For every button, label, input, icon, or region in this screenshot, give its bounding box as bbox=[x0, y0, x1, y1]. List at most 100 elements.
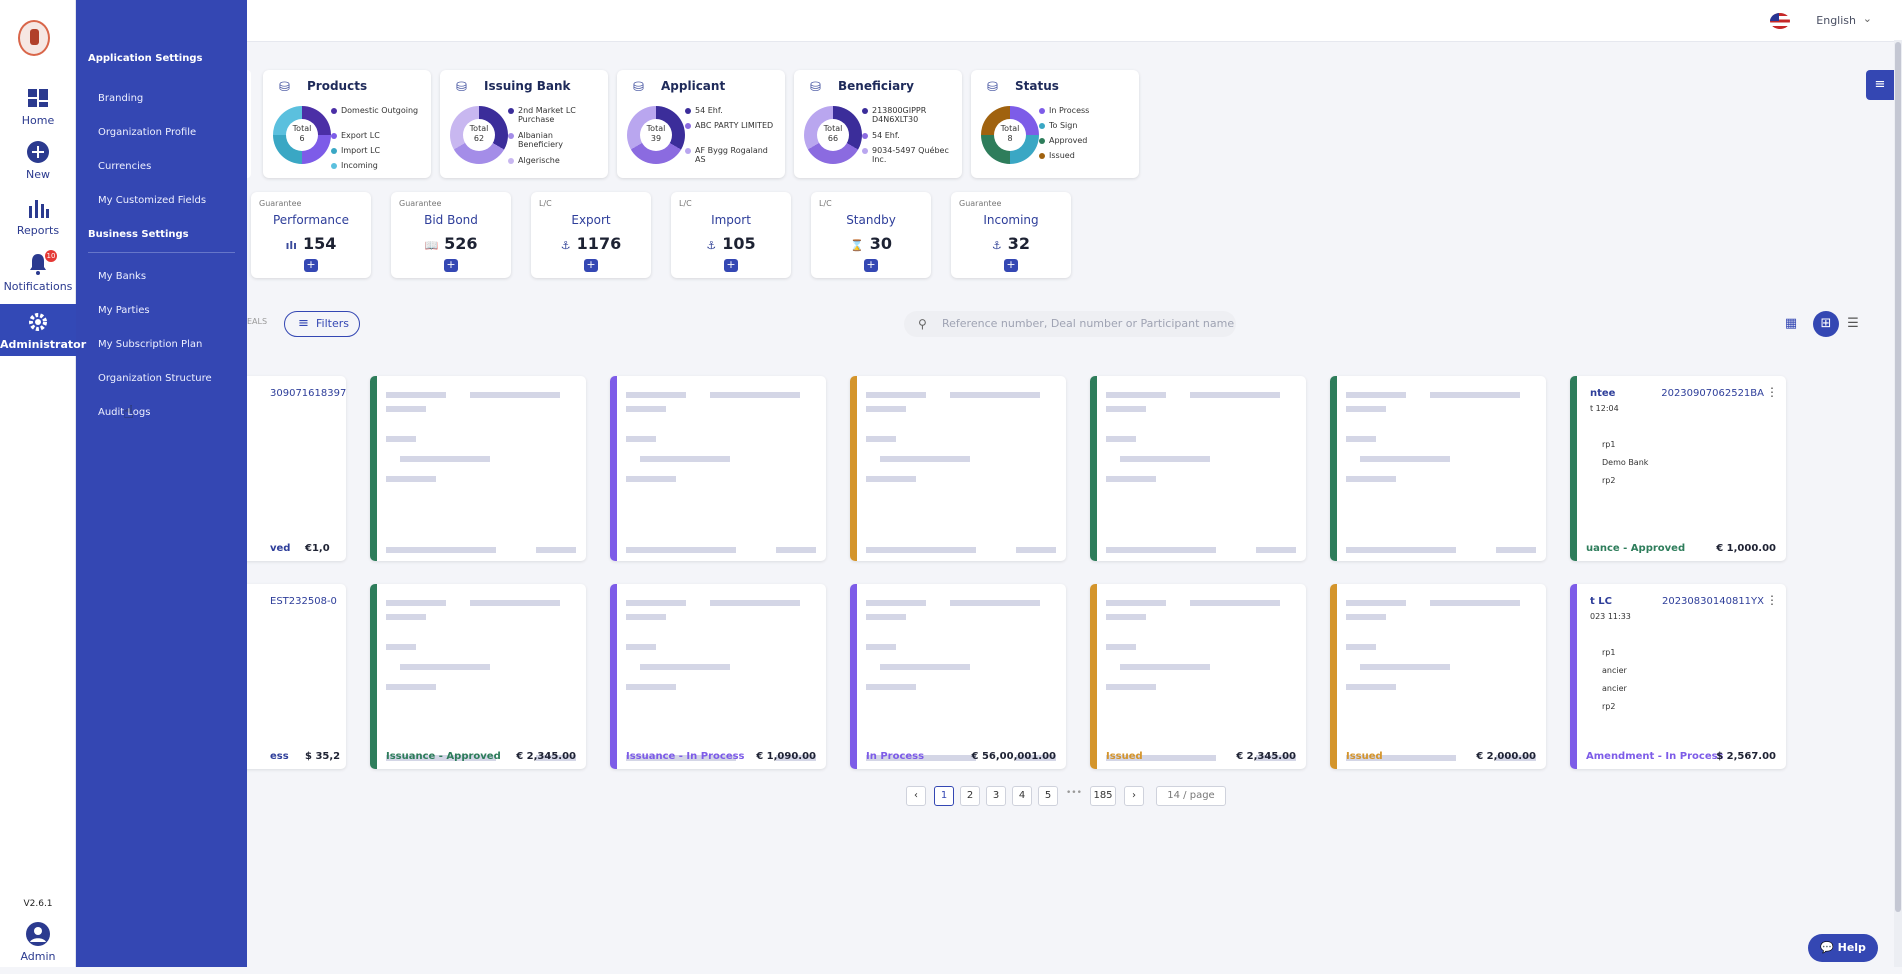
deal-card[interactable]: In Process € 56,00,001.00 bbox=[850, 584, 1066, 769]
deal-card[interactable]: ntee t 12:04 rp1 Demo Bank rp2 ⋮ 2023090706252… bbox=[1570, 376, 1786, 561]
type-card-bid-bond[interactable]: Guarantee Bid Bond 📖 526 + bbox=[391, 192, 511, 278]
redacted-text bbox=[950, 392, 1040, 398]
redacted-text bbox=[386, 644, 416, 650]
summary-card-title: Applicant bbox=[661, 79, 726, 93]
nav-home[interactable]: Home bbox=[0, 86, 76, 138]
page-1-button[interactable]: 1 bbox=[934, 786, 954, 806]
type-card-incoming[interactable]: Guarantee Incoming ⚓ 32 + bbox=[951, 192, 1071, 278]
page-3-button[interactable]: 3 bbox=[986, 786, 1006, 806]
side-filter-icon[interactable]: ≡ bbox=[1866, 70, 1894, 100]
nav-reports-label: Reports bbox=[16, 224, 60, 237]
drawer-item-my-subscription-plan[interactable]: My Subscription Plan bbox=[98, 339, 202, 350]
legend-item: 54 Ehf. bbox=[685, 106, 777, 115]
filters-button[interactable]: Filters bbox=[284, 311, 360, 337]
more-options-icon[interactable]: ⋮ bbox=[1766, 593, 1778, 607]
page-2-button[interactable]: 2 bbox=[960, 786, 980, 806]
type-count-row: ⚓ 32 bbox=[951, 234, 1071, 253]
help-label: Help bbox=[1837, 941, 1866, 954]
donut-total: Total 8 bbox=[994, 119, 1026, 151]
drawer-item-branding[interactable]: Branding bbox=[98, 93, 143, 104]
type-count: 154 bbox=[302, 234, 337, 253]
add-deal-button[interactable]: + bbox=[444, 259, 458, 272]
deal-amount: € 1,090.00 bbox=[756, 751, 816, 762]
drawer-item-my-customized-fields[interactable]: My Customized Fields bbox=[98, 195, 206, 206]
deals-tag[interactable]: EALS bbox=[247, 317, 267, 326]
drawer-item-my-parties[interactable]: My Parties bbox=[98, 305, 150, 316]
add-deal-button[interactable]: + bbox=[1004, 259, 1018, 272]
deal-amount: €1,0 bbox=[305, 543, 330, 554]
prev-page-button[interactable]: ‹ bbox=[906, 786, 926, 806]
type-name: Standby bbox=[846, 213, 896, 227]
nav-new[interactable]: New bbox=[0, 140, 76, 192]
summary-card-beneficiary[interactable]: ⛁ Beneficiary Total 66 213800GIPPR D4N6XLT30… bbox=[794, 70, 962, 178]
add-deal-button[interactable]: + bbox=[584, 259, 598, 272]
redacted-text bbox=[1430, 600, 1520, 606]
type-card-export[interactable]: L/C Export ⚓ 1176 + bbox=[531, 192, 651, 278]
summary-card-products[interactable]: ⛁ Products Total 6 Domestic Outgoing Export L… bbox=[263, 70, 431, 178]
redacted-footer bbox=[536, 547, 576, 553]
dashboard-icon bbox=[28, 89, 48, 107]
deal-card[interactable]: Issued € 2,000.00 bbox=[1330, 584, 1546, 769]
donut-total-value: 39 bbox=[650, 134, 662, 143]
chevron-down-icon[interactable]: ⌄ bbox=[1863, 12, 1872, 25]
deal-card[interactable]: Issuance - In Process € 1,090.00 bbox=[610, 584, 826, 769]
redacted-text bbox=[1120, 456, 1210, 462]
type-card-standby[interactable]: L/C Standby ⌛ 30 + bbox=[811, 192, 931, 278]
next-page-button[interactable]: › bbox=[1124, 786, 1144, 806]
deal-reference: 20230907062521BA bbox=[1661, 388, 1764, 399]
donut-total: Total 39 bbox=[640, 119, 672, 151]
deal-card[interactable] bbox=[610, 376, 826, 561]
nav-user-profile[interactable]: Admin bbox=[0, 922, 76, 974]
deal-card[interactable] bbox=[850, 376, 1066, 561]
deal-card[interactable]: Issued € 2,345.00 bbox=[1090, 584, 1306, 769]
drawer-item-organization-structure[interactable]: Organization Structure bbox=[98, 373, 212, 384]
drawer-item-currencies[interactable]: Currencies bbox=[98, 161, 151, 172]
redacted-footer bbox=[1256, 547, 1296, 553]
more-options-icon[interactable]: ⋮ bbox=[1766, 385, 1778, 399]
legend-label: To Sign bbox=[1049, 121, 1078, 130]
summary-card-icon: ⛁ bbox=[633, 80, 644, 95]
redacted-text bbox=[866, 476, 916, 482]
help-button[interactable]: 💬 Help bbox=[1808, 934, 1878, 962]
type-card-import[interactable]: L/C Import ⚓ 105 + bbox=[671, 192, 791, 278]
nav-notifications[interactable]: Notifications bbox=[0, 252, 76, 304]
deal-card[interactable]: t LC 023 11:33 rp1 ancier ancier rp2 ⋮ 20230830… bbox=[1570, 584, 1786, 769]
add-deal-button[interactable]: + bbox=[724, 259, 738, 272]
page-scrollbar-thumb[interactable] bbox=[1895, 42, 1901, 912]
summary-card-status[interactable]: ⛁ Status Total 8 In Process To Sign Approved Is… bbox=[971, 70, 1139, 178]
nav-administrator[interactable]: Administrator bbox=[0, 304, 86, 356]
drawer-item-organization-profile[interactable]: Organization Profile bbox=[98, 127, 196, 138]
page-last-button[interactable]: 185 bbox=[1090, 786, 1116, 806]
add-deal-button[interactable]: + bbox=[864, 259, 878, 272]
qr-view-icon[interactable]: ▦ bbox=[1778, 311, 1804, 337]
summary-donut-chart: Total 8 bbox=[981, 106, 1039, 164]
pagination-ellipsis[interactable]: ••• bbox=[1066, 788, 1082, 798]
type-category: Guarantee bbox=[399, 199, 442, 208]
deal-card[interactable] bbox=[1090, 376, 1306, 561]
summary-card-applicant[interactable]: ⛁ Applicant Total 39 54 Ehf. ABC PARTY LIMITE… bbox=[617, 70, 785, 178]
grid-view-icon[interactable]: ⊞ bbox=[1813, 311, 1839, 337]
deal-card[interactable] bbox=[370, 376, 586, 561]
donut-total-value: 62 bbox=[473, 134, 485, 143]
deal-card[interactable]: Issuance - Approved € 2,345.00 bbox=[370, 584, 586, 769]
deal-party: rp1 bbox=[1602, 648, 1616, 657]
left-navigation: Home New Reports Notifications 10 Admini… bbox=[0, 0, 86, 967]
list-view-icon[interactable]: ☰ bbox=[1840, 311, 1866, 337]
drawer-item-my-banks[interactable]: My Banks bbox=[98, 271, 146, 282]
type-name: Import bbox=[711, 213, 751, 227]
summary-card-icon: ⛁ bbox=[987, 80, 998, 95]
summary-card-issuing-bank[interactable]: ⛁ Issuing Bank Total 62 2nd Market LC Purcha… bbox=[440, 70, 608, 178]
add-deal-button[interactable]: + bbox=[304, 259, 318, 272]
summary-card-title: Issuing Bank bbox=[484, 79, 571, 93]
search-input[interactable]: ⚲ Reference number, Deal number or Parti… bbox=[904, 311, 1236, 337]
page-4-button[interactable]: 4 bbox=[1012, 786, 1032, 806]
deal-status-stripe bbox=[850, 584, 857, 769]
language-selector[interactable]: English bbox=[1816, 14, 1856, 27]
page-5-button[interactable]: 5 bbox=[1038, 786, 1058, 806]
deal-reference: EST232508-0 bbox=[270, 596, 337, 607]
legend-dot bbox=[1039, 108, 1045, 114]
page-size-select[interactable]: 14 / page bbox=[1156, 786, 1226, 806]
type-card-performance[interactable]: Guarantee Performance ılı 154 + bbox=[251, 192, 371, 278]
deal-card[interactable] bbox=[1330, 376, 1546, 561]
nav-reports[interactable]: Reports bbox=[0, 196, 76, 248]
